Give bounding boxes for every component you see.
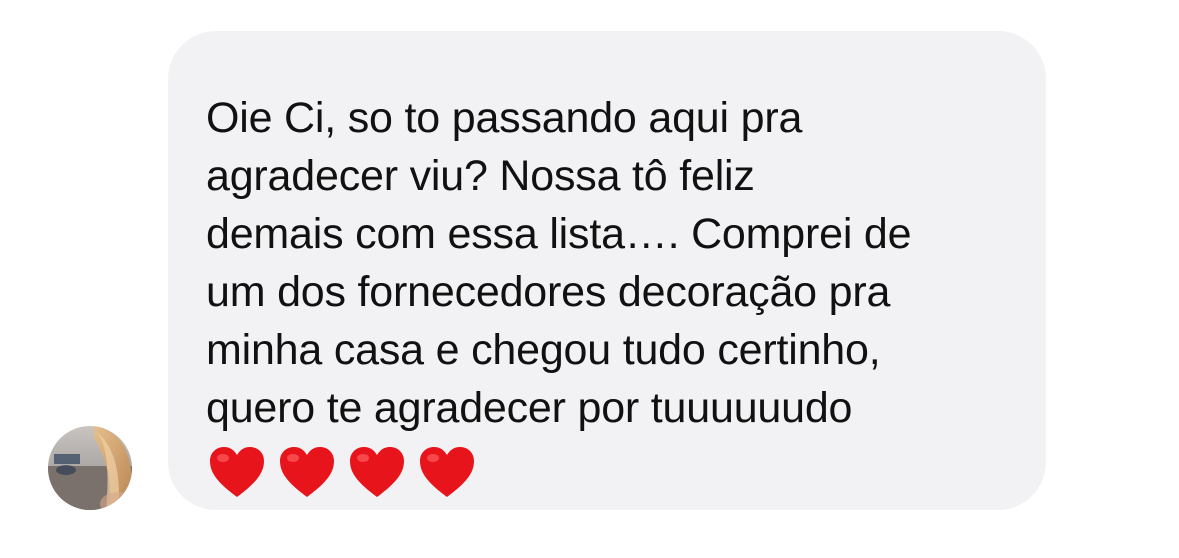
- message-bubble[interactable]: Oie Ci, so to passando aqui pra agradece…: [168, 31, 1046, 510]
- avatar-photo-icon: [48, 426, 132, 510]
- chat-thread: Oie Ci, so to passando aqui pra agradece…: [0, 0, 1179, 558]
- red-heart-icon: [348, 445, 406, 499]
- sender-avatar[interactable]: [48, 426, 132, 510]
- red-heart-icon: [278, 445, 336, 499]
- emoji-row: [208, 445, 1016, 499]
- red-heart-icon: [208, 445, 266, 499]
- message-text: Oie Ci, so to passando aqui pra agradece…: [206, 94, 912, 432]
- red-heart-icon: [418, 445, 476, 499]
